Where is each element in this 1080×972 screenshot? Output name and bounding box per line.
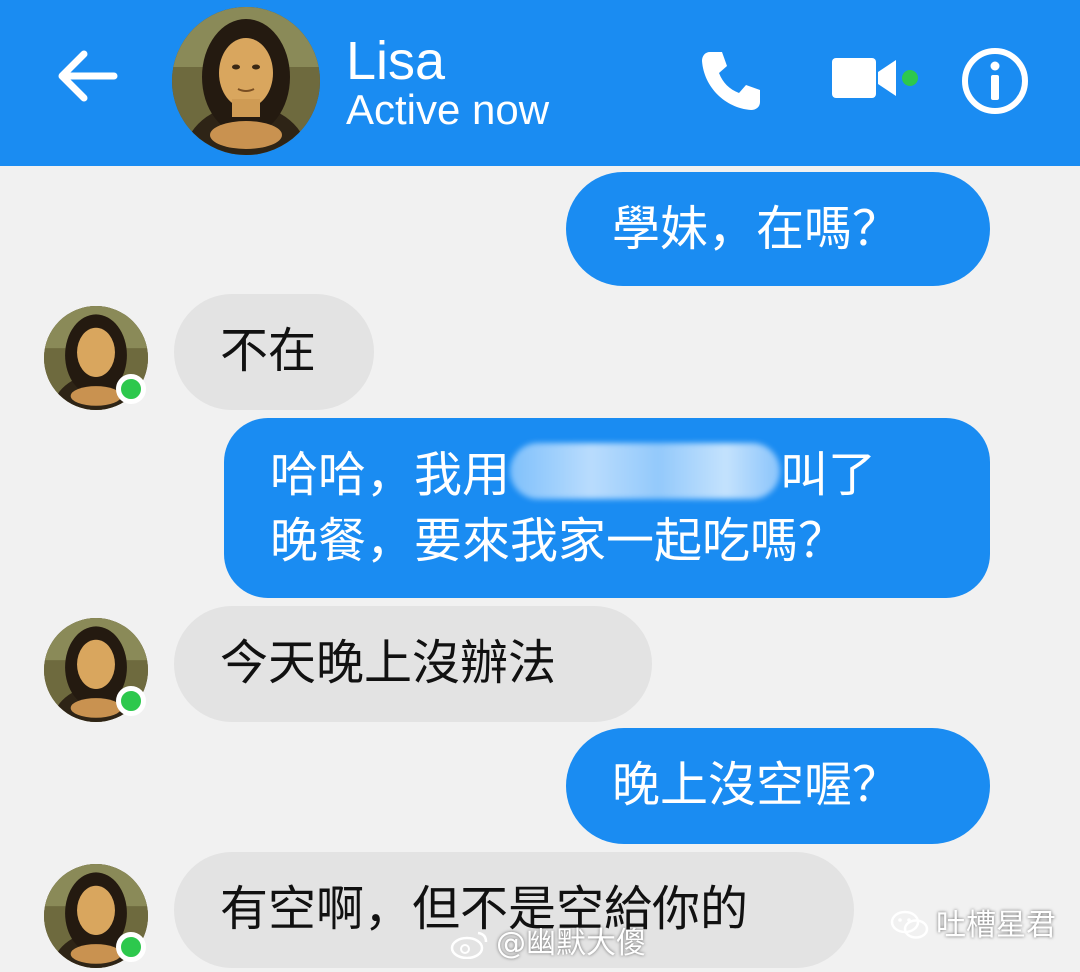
outgoing-message[interactable]: 哈哈，我用 叫了 晚餐，要來我家一起吃嗎？ bbox=[224, 418, 990, 598]
weibo-icon bbox=[450, 931, 488, 959]
message-text: 晚上沒空喔？ bbox=[612, 757, 901, 813]
outgoing-message[interactable]: 晚上沒空喔？ bbox=[566, 728, 990, 844]
outgoing-message[interactable]: 學妹，在嗎？ bbox=[566, 172, 990, 286]
wechat-icon bbox=[890, 910, 929, 939]
message-thread[interactable]: 學妹，在嗎？ 不在 哈哈，我用 叫了 晚餐，要來我家一起吃嗎？ 今天晚上沒辦法 … bbox=[0, 166, 1080, 972]
back-arrow-icon bbox=[58, 50, 118, 102]
weibo-handle: @幽默大傻 bbox=[496, 926, 646, 961]
online-indicator bbox=[116, 932, 146, 962]
wechat-watermark: 吐槽星君 bbox=[890, 906, 1056, 946]
phone-icon bbox=[702, 52, 760, 110]
video-call-button[interactable] bbox=[830, 52, 900, 104]
sender-avatar[interactable] bbox=[44, 618, 148, 722]
voice-call-button[interactable] bbox=[696, 46, 766, 116]
info-icon bbox=[962, 48, 1028, 114]
message-line: 晚餐，要來我家一起吃嗎？ bbox=[270, 508, 990, 574]
video-camera-icon bbox=[832, 58, 896, 98]
wechat-account-name: 吐槽星君 bbox=[936, 908, 1056, 943]
mona-lisa-portrait-icon bbox=[172, 7, 320, 155]
presence-status: Active now bbox=[346, 86, 550, 133]
info-button[interactable] bbox=[960, 46, 1030, 116]
back-button[interactable] bbox=[52, 44, 120, 108]
sender-avatar[interactable] bbox=[44, 864, 148, 968]
chat-screen: Lisa Active now 學妹，在嗎？ 不在 哈哈，我用 叫了 晚餐，要來… bbox=[0, 0, 1080, 972]
message-line: 哈哈，我用 叫了 bbox=[270, 442, 990, 508]
message-text: 不在 bbox=[220, 323, 317, 379]
message-text: 今天晚上沒辦法 bbox=[220, 635, 557, 691]
online-indicator bbox=[116, 374, 146, 404]
message-text: 叫了 bbox=[780, 447, 877, 503]
incoming-message[interactable]: 今天晚上沒辦法 bbox=[174, 606, 652, 722]
message-text: 學妹，在嗎？ bbox=[612, 201, 901, 257]
redacted-blur bbox=[510, 443, 781, 499]
contact-name: Lisa bbox=[346, 31, 446, 91]
weibo-watermark: @幽默大傻 bbox=[450, 924, 646, 964]
sender-avatar[interactable] bbox=[44, 306, 148, 410]
incoming-message[interactable]: 不在 bbox=[174, 294, 374, 410]
video-online-dot bbox=[902, 70, 918, 86]
chat-header: Lisa Active now bbox=[0, 0, 1080, 166]
online-indicator bbox=[116, 686, 146, 716]
message-text: 哈哈，我用 bbox=[270, 447, 511, 503]
message-text: 晚餐，要來我家一起吃嗎？ bbox=[270, 513, 847, 569]
contact-avatar[interactable] bbox=[172, 7, 320, 155]
